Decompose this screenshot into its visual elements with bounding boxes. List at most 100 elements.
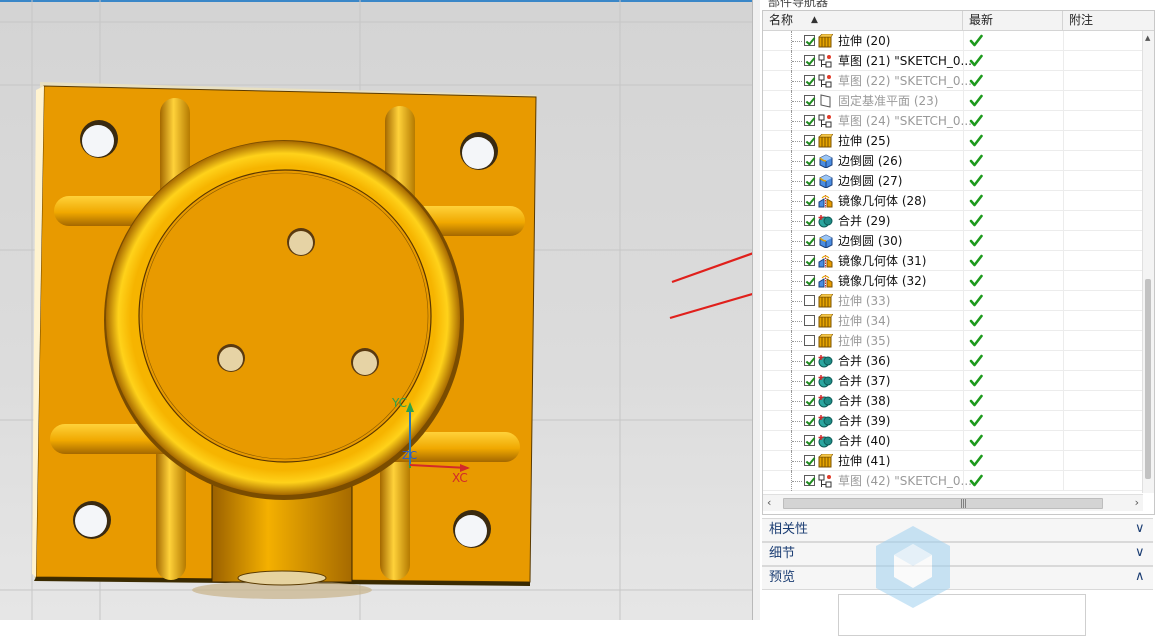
feature-visibility-checkbox[interactable] <box>804 275 815 286</box>
up-to-date-check-icon <box>969 434 983 448</box>
feature-visibility-checkbox[interactable] <box>804 155 815 166</box>
feature-visibility-checkbox[interactable] <box>804 95 815 106</box>
graphics-viewport[interactable]: YC ZC XC <box>0 0 752 620</box>
up-to-date-check-icon <box>969 374 983 388</box>
feature-label: 草图 (21) "SKETCH_0... <box>838 54 972 68</box>
feature-visibility-checkbox[interactable] <box>804 195 815 206</box>
extrude-icon <box>818 313 834 328</box>
cell-divider <box>1063 251 1064 271</box>
cell-divider <box>963 251 964 271</box>
up-to-date-check-icon <box>969 234 983 248</box>
feature-row[interactable]: 边倒圆 (30) <box>763 231 1143 251</box>
feature-visibility-checkbox[interactable] <box>804 435 815 446</box>
up-to-date-check-icon <box>969 54 983 68</box>
mirror-icon <box>818 254 833 268</box>
feature-row[interactable]: 合并 (39) <box>763 411 1143 431</box>
extrude-icon <box>818 293 834 308</box>
feature-row[interactable]: 草图 (22) "SKETCH_0... <box>763 71 1143 91</box>
tree-branch <box>792 401 802 403</box>
feature-row[interactable]: 拉伸 (34) <box>763 311 1143 331</box>
cell-divider <box>963 231 964 251</box>
feature-visibility-checkbox[interactable] <box>804 55 815 66</box>
scroll-right-icon[interactable]: › <box>1135 496 1139 509</box>
feature-row[interactable]: 边倒圆 (26) <box>763 151 1143 171</box>
feature-visibility-checkbox[interactable] <box>804 375 815 386</box>
feature-row[interactable]: 边倒圆 (27) <box>763 171 1143 191</box>
feature-visibility-checkbox[interactable] <box>804 235 815 246</box>
feature-visibility-checkbox[interactable] <box>804 175 815 186</box>
feature-visibility-checkbox[interactable] <box>804 35 815 46</box>
cell-divider <box>963 471 964 491</box>
column-header-comment[interactable]: 附注 <box>1063 11 1154 30</box>
up-to-date-check-icon <box>969 214 983 228</box>
chevron-down-icon[interactable]: ∨ <box>1135 521 1147 536</box>
feature-row[interactable]: 合并 (29) <box>763 211 1143 231</box>
feature-visibility-checkbox[interactable] <box>804 455 815 466</box>
feature-visibility-checkbox[interactable] <box>804 75 815 86</box>
column-header-name[interactable]: 名称 ▲ <box>763 11 963 30</box>
edge-blend-icon <box>818 234 833 249</box>
tree-branch <box>792 101 802 103</box>
annotation-arrows <box>669 252 752 320</box>
scroll-up-icon[interactable]: ▲ <box>1145 34 1150 42</box>
mirror-icon <box>818 274 833 288</box>
tree-horizontal-scrollbar[interactable]: ‹ ||| › <box>763 494 1143 511</box>
feature-row[interactable]: 草图 (24) "SKETCH_0... <box>763 111 1143 131</box>
cell-divider <box>963 331 964 351</box>
feature-visibility-checkbox[interactable] <box>804 215 815 226</box>
cell-divider <box>1063 151 1064 171</box>
feature-row[interactable]: 合并 (40) <box>763 431 1143 451</box>
feature-visibility-checkbox[interactable] <box>804 295 815 306</box>
feature-row[interactable]: 拉伸 (41) <box>763 451 1143 471</box>
tree-vertical-scrollbar[interactable]: ▲ <box>1142 31 1154 493</box>
cell-divider <box>1063 31 1064 51</box>
chevron-up-icon[interactable]: ∧ <box>1135 569 1147 584</box>
chevron-down-icon[interactable]: ∨ <box>1135 545 1147 560</box>
feature-visibility-checkbox[interactable] <box>804 115 815 126</box>
tree-branch <box>792 281 802 283</box>
feature-row[interactable]: 草图 (21) "SKETCH_0... <box>763 51 1143 71</box>
feature-row[interactable]: 草图 (42) "SKETCH_0... <box>763 471 1143 491</box>
feature-label: 镜像几何体 (28) <box>838 194 927 208</box>
feature-row[interactable]: 拉伸 (25) <box>763 131 1143 151</box>
feature-row[interactable]: 固定基准平面 (23) <box>763 91 1143 111</box>
feature-row[interactable]: 拉伸 (33) <box>763 291 1143 311</box>
feature-label: 边倒圆 (26) <box>838 154 903 168</box>
feature-visibility-checkbox[interactable] <box>804 135 815 146</box>
feature-visibility-checkbox[interactable] <box>804 355 815 366</box>
feature-row[interactable]: 合并 (36) <box>763 351 1143 371</box>
feature-visibility-checkbox[interactable] <box>804 315 815 326</box>
cell-divider <box>1063 291 1064 311</box>
cell-divider <box>1063 91 1064 111</box>
scroll-thumb[interactable] <box>1145 279 1151 479</box>
cell-divider <box>963 191 964 211</box>
up-to-date-check-icon <box>969 474 983 488</box>
cell-divider <box>1063 411 1064 431</box>
tree-branch <box>792 441 802 443</box>
feature-label: 拉伸 (35) <box>838 334 891 348</box>
cell-divider <box>963 431 964 451</box>
feature-visibility-checkbox[interactable] <box>804 415 815 426</box>
cell-divider <box>1063 431 1064 451</box>
section-details-title: 细节 <box>769 546 796 561</box>
h-scroll-thumb[interactable]: ||| <box>783 498 1103 509</box>
feature-row[interactable]: 镜像几何体 (31) <box>763 251 1143 271</box>
scroll-left-icon[interactable]: ‹ <box>767 496 771 509</box>
cell-divider <box>963 111 964 131</box>
feature-row[interactable]: 镜像几何体 (28) <box>763 191 1143 211</box>
feature-row[interactable]: 拉伸 (35) <box>763 331 1143 351</box>
feature-row[interactable]: 合并 (37) <box>763 371 1143 391</box>
feature-row[interactable]: 拉伸 (20) <box>763 31 1143 51</box>
feature-row[interactable]: 合并 (38) <box>763 391 1143 411</box>
feature-visibility-checkbox[interactable] <box>804 335 815 346</box>
feature-label: 合并 (36) <box>838 354 891 368</box>
feature-visibility-checkbox[interactable] <box>804 475 815 486</box>
feature-label: 拉伸 (34) <box>838 314 891 328</box>
feature-visibility-checkbox[interactable] <box>804 395 815 406</box>
feature-row[interactable]: 镜像几何体 (32) <box>763 271 1143 291</box>
feature-visibility-checkbox[interactable] <box>804 255 815 266</box>
column-header-latest[interactable]: 最新 <box>963 11 1063 30</box>
feature-label: 拉伸 (25) <box>838 134 891 148</box>
cell-divider <box>1063 391 1064 411</box>
feature-label: 草图 (24) "SKETCH_0... <box>838 114 972 128</box>
